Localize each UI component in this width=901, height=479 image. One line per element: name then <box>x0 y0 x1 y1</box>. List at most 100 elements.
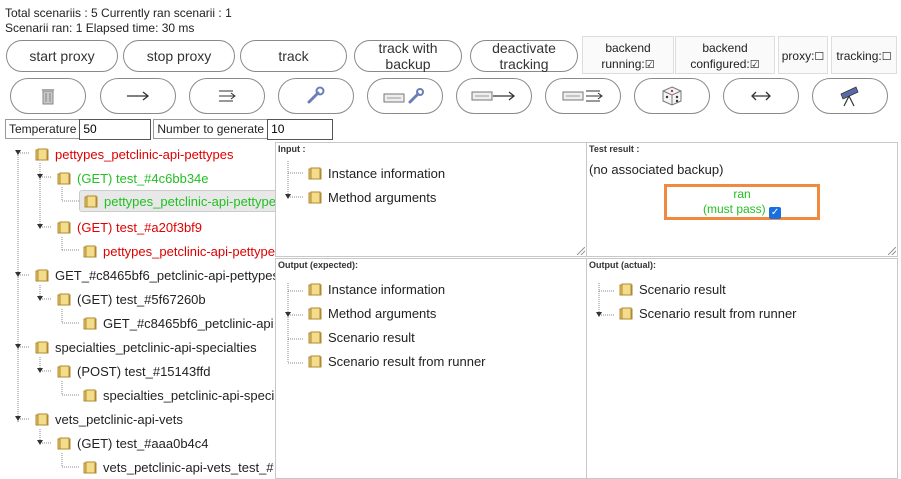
temperature-label: Temperature <box>5 119 80 139</box>
input-node-instance-information[interactable]: Instance information <box>308 162 445 184</box>
track-button[interactable]: track <box>240 40 347 72</box>
folder-icon <box>35 148 49 161</box>
folder-icon <box>57 221 71 234</box>
tree-label: (GET) test_#aaa0b4c4 <box>77 435 209 451</box>
output-expected-node-instance-information[interactable]: Instance information <box>308 278 445 300</box>
run-button[interactable] <box>100 78 176 114</box>
run-all-button[interactable] <box>189 78 265 114</box>
no-backup-note: (no associated backup) <box>589 162 724 177</box>
tree-node-get-c8465bf6-leaf[interactable]: GET_#c8465bf6_petclinic-api <box>83 312 274 334</box>
delete-button[interactable] <box>10 78 86 114</box>
output-actual-node-label: Scenario result <box>639 281 726 297</box>
output-expected-node-scenario-result[interactable]: Scenario result <box>308 326 415 348</box>
tree-label: pettypes_petclinic-api-pettypes <box>55 146 234 162</box>
tree-node-test-aaa0b4c4[interactable]: (GET) test_#aaa0b4c4 <box>57 432 209 454</box>
deactivate-tracking-label-2: tracking <box>499 56 549 72</box>
random-button[interactable] <box>634 78 710 114</box>
input-node-method-arguments[interactable]: Method arguments <box>308 186 436 208</box>
tree-node-get-c8465bf6[interactable]: GET_#c8465bf6_petclinic-api-pettypes <box>35 264 275 286</box>
tree-label: (GET) test_#5f67260b <box>77 291 206 307</box>
folder-icon <box>57 293 71 306</box>
telescope-icon <box>840 86 859 107</box>
proxy-status: proxy:☐ <box>778 36 828 74</box>
tree-label: pettypes_petclinic-api-pettype <box>104 193 275 209</box>
backend-configured-checkbox[interactable]: ☑ <box>750 59 760 71</box>
input-panel[interactable]: Input : Instance information Method argu… <box>275 142 587 257</box>
output-actual-connectors <box>596 283 615 317</box>
tree-node-test-5f67260b[interactable]: (GET) test_#5f67260b <box>57 288 206 310</box>
output-expected-panel[interactable]: Output (expected): Instance information … <box>275 258 587 479</box>
backend-configured-label-2: configured: <box>690 57 750 71</box>
temperature-input[interactable] <box>79 118 152 140</box>
tracking-status: tracking:☐ <box>831 36 897 74</box>
resize-handle[interactable] <box>888 247 896 255</box>
output-expected-node-scenario-result-runner[interactable]: Scenario result from runner <box>308 350 486 372</box>
tree-node-test-15143ffd[interactable]: (POST) test_#15143ffd <box>57 360 210 382</box>
start-proxy-button[interactable]: start proxy <box>6 40 118 72</box>
arrow-right-icon <box>127 91 150 101</box>
stats-line-1: Total scenariis : 5 Currently ran scenar… <box>5 6 232 20</box>
tracking-checkbox[interactable]: ☐ <box>882 51 892 63</box>
tree-label: (GET) test_#4c6bb34e <box>77 170 209 186</box>
output-expected-node-label: Scenario result <box>328 329 415 345</box>
tree-node-pettypes[interactable]: pettypes_petclinic-api-pettypes <box>35 143 234 165</box>
deactivate-tracking-label-1: deactivate <box>492 40 556 56</box>
backend-running-checkbox[interactable]: ☑ <box>645 59 655 71</box>
folder-icon <box>57 437 71 450</box>
output-actual-node-scenario-result-runner[interactable]: Scenario result from runner <box>619 302 797 324</box>
tree-label: (POST) test_#15143ffd <box>77 363 211 379</box>
output-actual-node-scenario-result[interactable]: Scenario result <box>619 278 726 300</box>
stats-panel: Total scenariis : 5 Currently ran scenar… <box>5 6 232 36</box>
proxy-checkbox[interactable]: ☐ <box>814 51 824 63</box>
tree-node-selected-pettype[interactable]: pettypes_petclinic-api-pettype <box>79 190 275 212</box>
output-expected-connectors <box>285 283 304 364</box>
tree-node-vets[interactable]: vets_petclinic-api-vets <box>35 408 183 430</box>
configure-button[interactable] <box>278 78 354 114</box>
backend-running-label-2: running: <box>601 57 645 71</box>
folder-icon <box>83 389 97 402</box>
tree-label: vets_petclinic-api-vets <box>55 411 183 427</box>
ran-status-highlight: ran (must pass) ✓ <box>664 184 820 220</box>
ran-label: ran <box>733 187 751 201</box>
folder-icon <box>308 355 322 368</box>
compare-button[interactable] <box>723 78 799 114</box>
explore-button[interactable] <box>812 78 888 114</box>
scenario-tree: pettypes_petclinic-api-pettypes (GET) te… <box>5 143 275 479</box>
keyboard-run-all-button[interactable] <box>545 78 621 114</box>
tree-node-vets-leaf[interactable]: vets_petclinic-api-vets_test_# <box>83 456 274 478</box>
tree-node-specialties[interactable]: specialties_petclinic-api-specialties <box>35 336 257 358</box>
output-actual-panel[interactable]: Output (actual): Scenario result Scenari… <box>586 258 898 479</box>
tree-node-test-a20f3bf9[interactable]: (GET) test_#a20f3bf9 <box>57 216 202 238</box>
output-expected-node-method-arguments[interactable]: Method arguments <box>308 302 436 324</box>
stop-proxy-button[interactable]: stop proxy <box>123 40 235 72</box>
folder-icon <box>619 307 633 320</box>
deactivate-tracking-button[interactable]: deactivate tracking <box>470 40 578 72</box>
folder-icon <box>83 461 97 474</box>
output-expected-node-label: Scenario result from runner <box>328 353 486 369</box>
folder-icon <box>308 167 322 180</box>
keyboard-wrench-icon <box>383 88 424 104</box>
folder-icon <box>35 269 49 282</box>
tree-label: (GET) test_#a20f3bf9 <box>77 219 203 235</box>
keyboard-arrow-multi-icon <box>562 90 603 102</box>
tree-node-test-4c6bb34e[interactable]: (GET) test_#4c6bb34e <box>57 167 209 189</box>
folder-icon <box>83 245 97 258</box>
track-with-backup-button[interactable]: track with backup <box>354 40 462 72</box>
must-pass-checkbox[interactable]: ✓ <box>769 207 782 219</box>
tree-node-specialties-leaf[interactable]: specialties_petclinic-api-speci <box>83 384 274 406</box>
folder-icon <box>308 283 322 296</box>
tree-node-pettype-2[interactable]: pettypes_petclinic-api-pettype <box>83 240 275 262</box>
folder-icon <box>57 365 71 378</box>
resize-handle[interactable] <box>577 247 585 255</box>
stats-line-2: Scenarii ran: 1 Elapsed time: 30 ms <box>5 21 195 35</box>
number-to-generate-input[interactable] <box>267 118 334 140</box>
keyboard-configure-button[interactable] <box>367 78 443 114</box>
input-node-label: Instance information <box>328 165 446 181</box>
folder-icon <box>308 331 322 344</box>
keyboard-run-button[interactable] <box>456 78 532 114</box>
must-pass-label: (must pass) <box>702 202 766 216</box>
track-with-backup-label-2: backup <box>385 56 431 72</box>
tree-label: specialties_petclinic-api-speci <box>103 387 275 403</box>
wrench-icon <box>307 86 325 104</box>
output-actual-node-label: Scenario result from runner <box>639 305 797 321</box>
